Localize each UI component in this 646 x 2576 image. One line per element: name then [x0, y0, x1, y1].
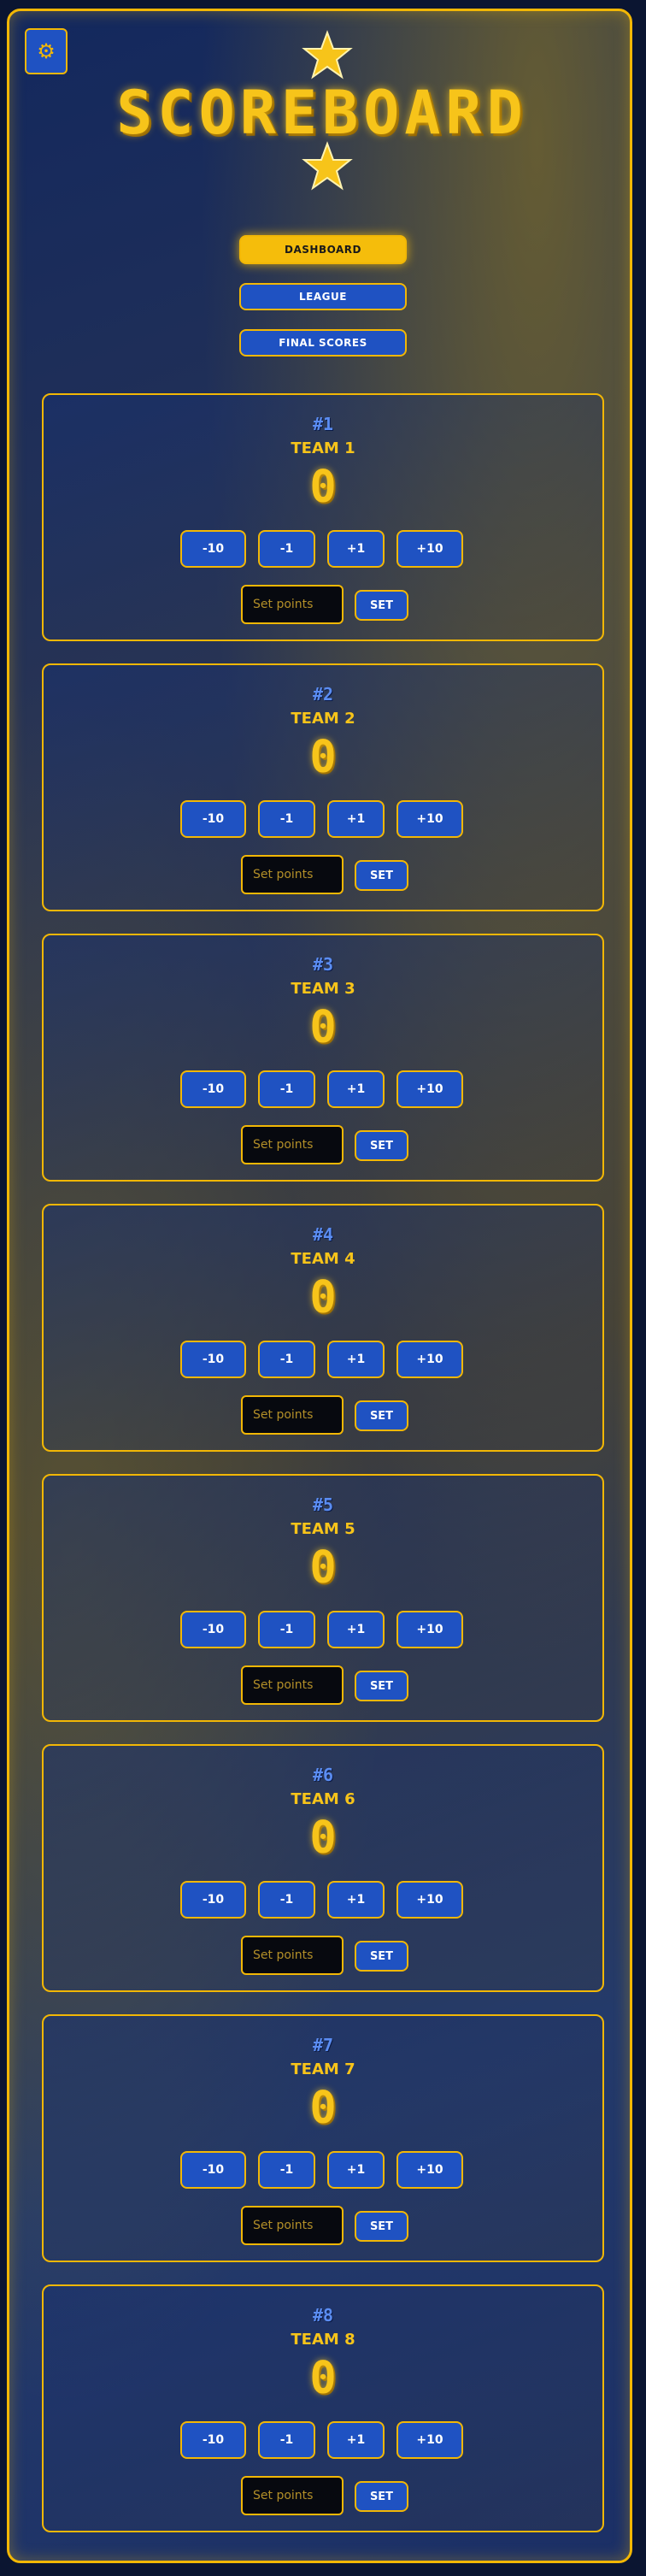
team-card: #5 TEAM 5 0 -10 -1 +1 +10 SET: [42, 1474, 604, 1722]
team-score: 0: [309, 462, 337, 513]
plus-10-button[interactable]: +10: [396, 800, 463, 838]
team-card: #3 TEAM 3 0 -10 -1 +1 +10 SET: [42, 934, 604, 1182]
minus-10-button[interactable]: -10: [180, 530, 246, 568]
team-score: 0: [309, 732, 337, 783]
set-points-input[interactable]: [241, 585, 344, 624]
minus-1-button[interactable]: -1: [258, 1070, 315, 1108]
plus-1-button[interactable]: +1: [327, 530, 385, 568]
plus-1-button[interactable]: +1: [327, 800, 385, 838]
star-icon: [302, 141, 353, 191]
team-rank: #2: [312, 684, 334, 704]
set-button[interactable]: SET: [355, 1130, 408, 1161]
team-card: #1 TEAM 1 0 -10 -1 +1 +10 SET: [42, 393, 604, 641]
set-button[interactable]: SET: [355, 1400, 408, 1431]
minus-10-button[interactable]: -10: [180, 2421, 246, 2459]
team-name: TEAM 3: [291, 980, 355, 998]
set-points-input[interactable]: [241, 1936, 344, 1975]
team-name: TEAM 7: [291, 2060, 355, 2078]
settings-button[interactable]: ⚙: [25, 28, 68, 74]
nav-dashboard-button[interactable]: DASHBOARD: [239, 235, 407, 264]
plus-1-button[interactable]: +1: [327, 2151, 385, 2189]
set-button[interactable]: SET: [355, 2481, 408, 2512]
team-rank: #5: [312, 1494, 334, 1515]
minus-10-button[interactable]: -10: [180, 800, 246, 838]
team-rank: #1: [312, 414, 334, 434]
minus-1-button[interactable]: -1: [258, 530, 315, 568]
plus-1-button[interactable]: +1: [327, 1611, 385, 1648]
set-button[interactable]: SET: [355, 860, 408, 891]
team-score: 0: [309, 1813, 337, 1864]
plus-10-button[interactable]: +10: [396, 2151, 463, 2189]
team-rank: #7: [312, 2035, 334, 2055]
team-rank: #6: [312, 1765, 334, 1785]
team-name: TEAM 1: [291, 439, 355, 457]
minus-10-button[interactable]: -10: [180, 1341, 246, 1378]
team-score: 0: [309, 1002, 337, 1053]
gear-icon: ⚙: [37, 39, 56, 63]
set-button[interactable]: SET: [355, 2211, 408, 2242]
team-rank: #3: [312, 954, 334, 975]
set-points-input[interactable]: [241, 1125, 344, 1164]
plus-10-button[interactable]: +10: [396, 1070, 463, 1108]
team-card: #4 TEAM 4 0 -10 -1 +1 +10 SET: [42, 1204, 604, 1452]
team-score: 0: [309, 2083, 337, 2134]
team-name: TEAM 4: [291, 1250, 355, 1268]
plus-1-button[interactable]: +1: [327, 1070, 385, 1108]
team-rank: #8: [312, 2305, 334, 2325]
plus-10-button[interactable]: +10: [396, 1611, 463, 1648]
nav-league-button[interactable]: LEAGUE: [239, 283, 407, 310]
team-name: TEAM 2: [291, 710, 355, 728]
set-points-input[interactable]: [241, 1665, 344, 1705]
set-points-input[interactable]: [241, 1395, 344, 1435]
set-button[interactable]: SET: [355, 1941, 408, 1972]
team-score: 0: [309, 2353, 337, 2404]
scoreboard-frame: ⚙ SCOREBOARD DASHBOARD LEAGUE FINAL SCOR…: [7, 9, 632, 2563]
minus-10-button[interactable]: -10: [180, 1611, 246, 1648]
minus-1-button[interactable]: -1: [258, 1881, 315, 1919]
plus-10-button[interactable]: +10: [396, 1881, 463, 1919]
plus-10-button[interactable]: +10: [396, 1341, 463, 1378]
set-button[interactable]: SET: [355, 1671, 408, 1701]
team-name: TEAM 8: [291, 2331, 355, 2349]
plus-1-button[interactable]: +1: [327, 1881, 385, 1919]
minus-1-button[interactable]: -1: [258, 800, 315, 838]
set-button[interactable]: SET: [355, 590, 408, 621]
minus-10-button[interactable]: -10: [180, 1070, 246, 1108]
set-points-input[interactable]: [241, 2206, 344, 2245]
team-rank: #4: [312, 1224, 334, 1245]
team-score: 0: [309, 1272, 337, 1323]
nav-final-scores-button[interactable]: FINAL SCORES: [239, 329, 407, 357]
team-card: #7 TEAM 7 0 -10 -1 +1 +10 SET: [42, 2014, 604, 2262]
star-icon: [302, 30, 353, 80]
set-points-input[interactable]: [241, 2476, 344, 2515]
minus-1-button[interactable]: -1: [258, 1341, 315, 1378]
plus-1-button[interactable]: +1: [327, 2421, 385, 2459]
team-score: 0: [309, 1542, 337, 1594]
minus-1-button[interactable]: -1: [258, 2151, 315, 2189]
minus-10-button[interactable]: -10: [180, 1881, 246, 1919]
team-name: TEAM 6: [291, 1790, 355, 1808]
plus-10-button[interactable]: +10: [396, 2421, 463, 2459]
team-card: #6 TEAM 6 0 -10 -1 +1 +10 SET: [42, 1744, 604, 1992]
minus-1-button[interactable]: -1: [258, 1611, 315, 1648]
page-title: SCOREBOARD: [116, 78, 528, 148]
minus-1-button[interactable]: -1: [258, 2421, 315, 2459]
team-card: #2 TEAM 2 0 -10 -1 +1 +10 SET: [42, 663, 604, 911]
plus-10-button[interactable]: +10: [396, 530, 463, 568]
plus-1-button[interactable]: +1: [327, 1341, 385, 1378]
set-points-input[interactable]: [241, 855, 344, 894]
team-card: #8 TEAM 8 0 -10 -1 +1 +10 SET: [42, 2284, 604, 2532]
minus-10-button[interactable]: -10: [180, 2151, 246, 2189]
team-name: TEAM 5: [291, 1520, 355, 1538]
